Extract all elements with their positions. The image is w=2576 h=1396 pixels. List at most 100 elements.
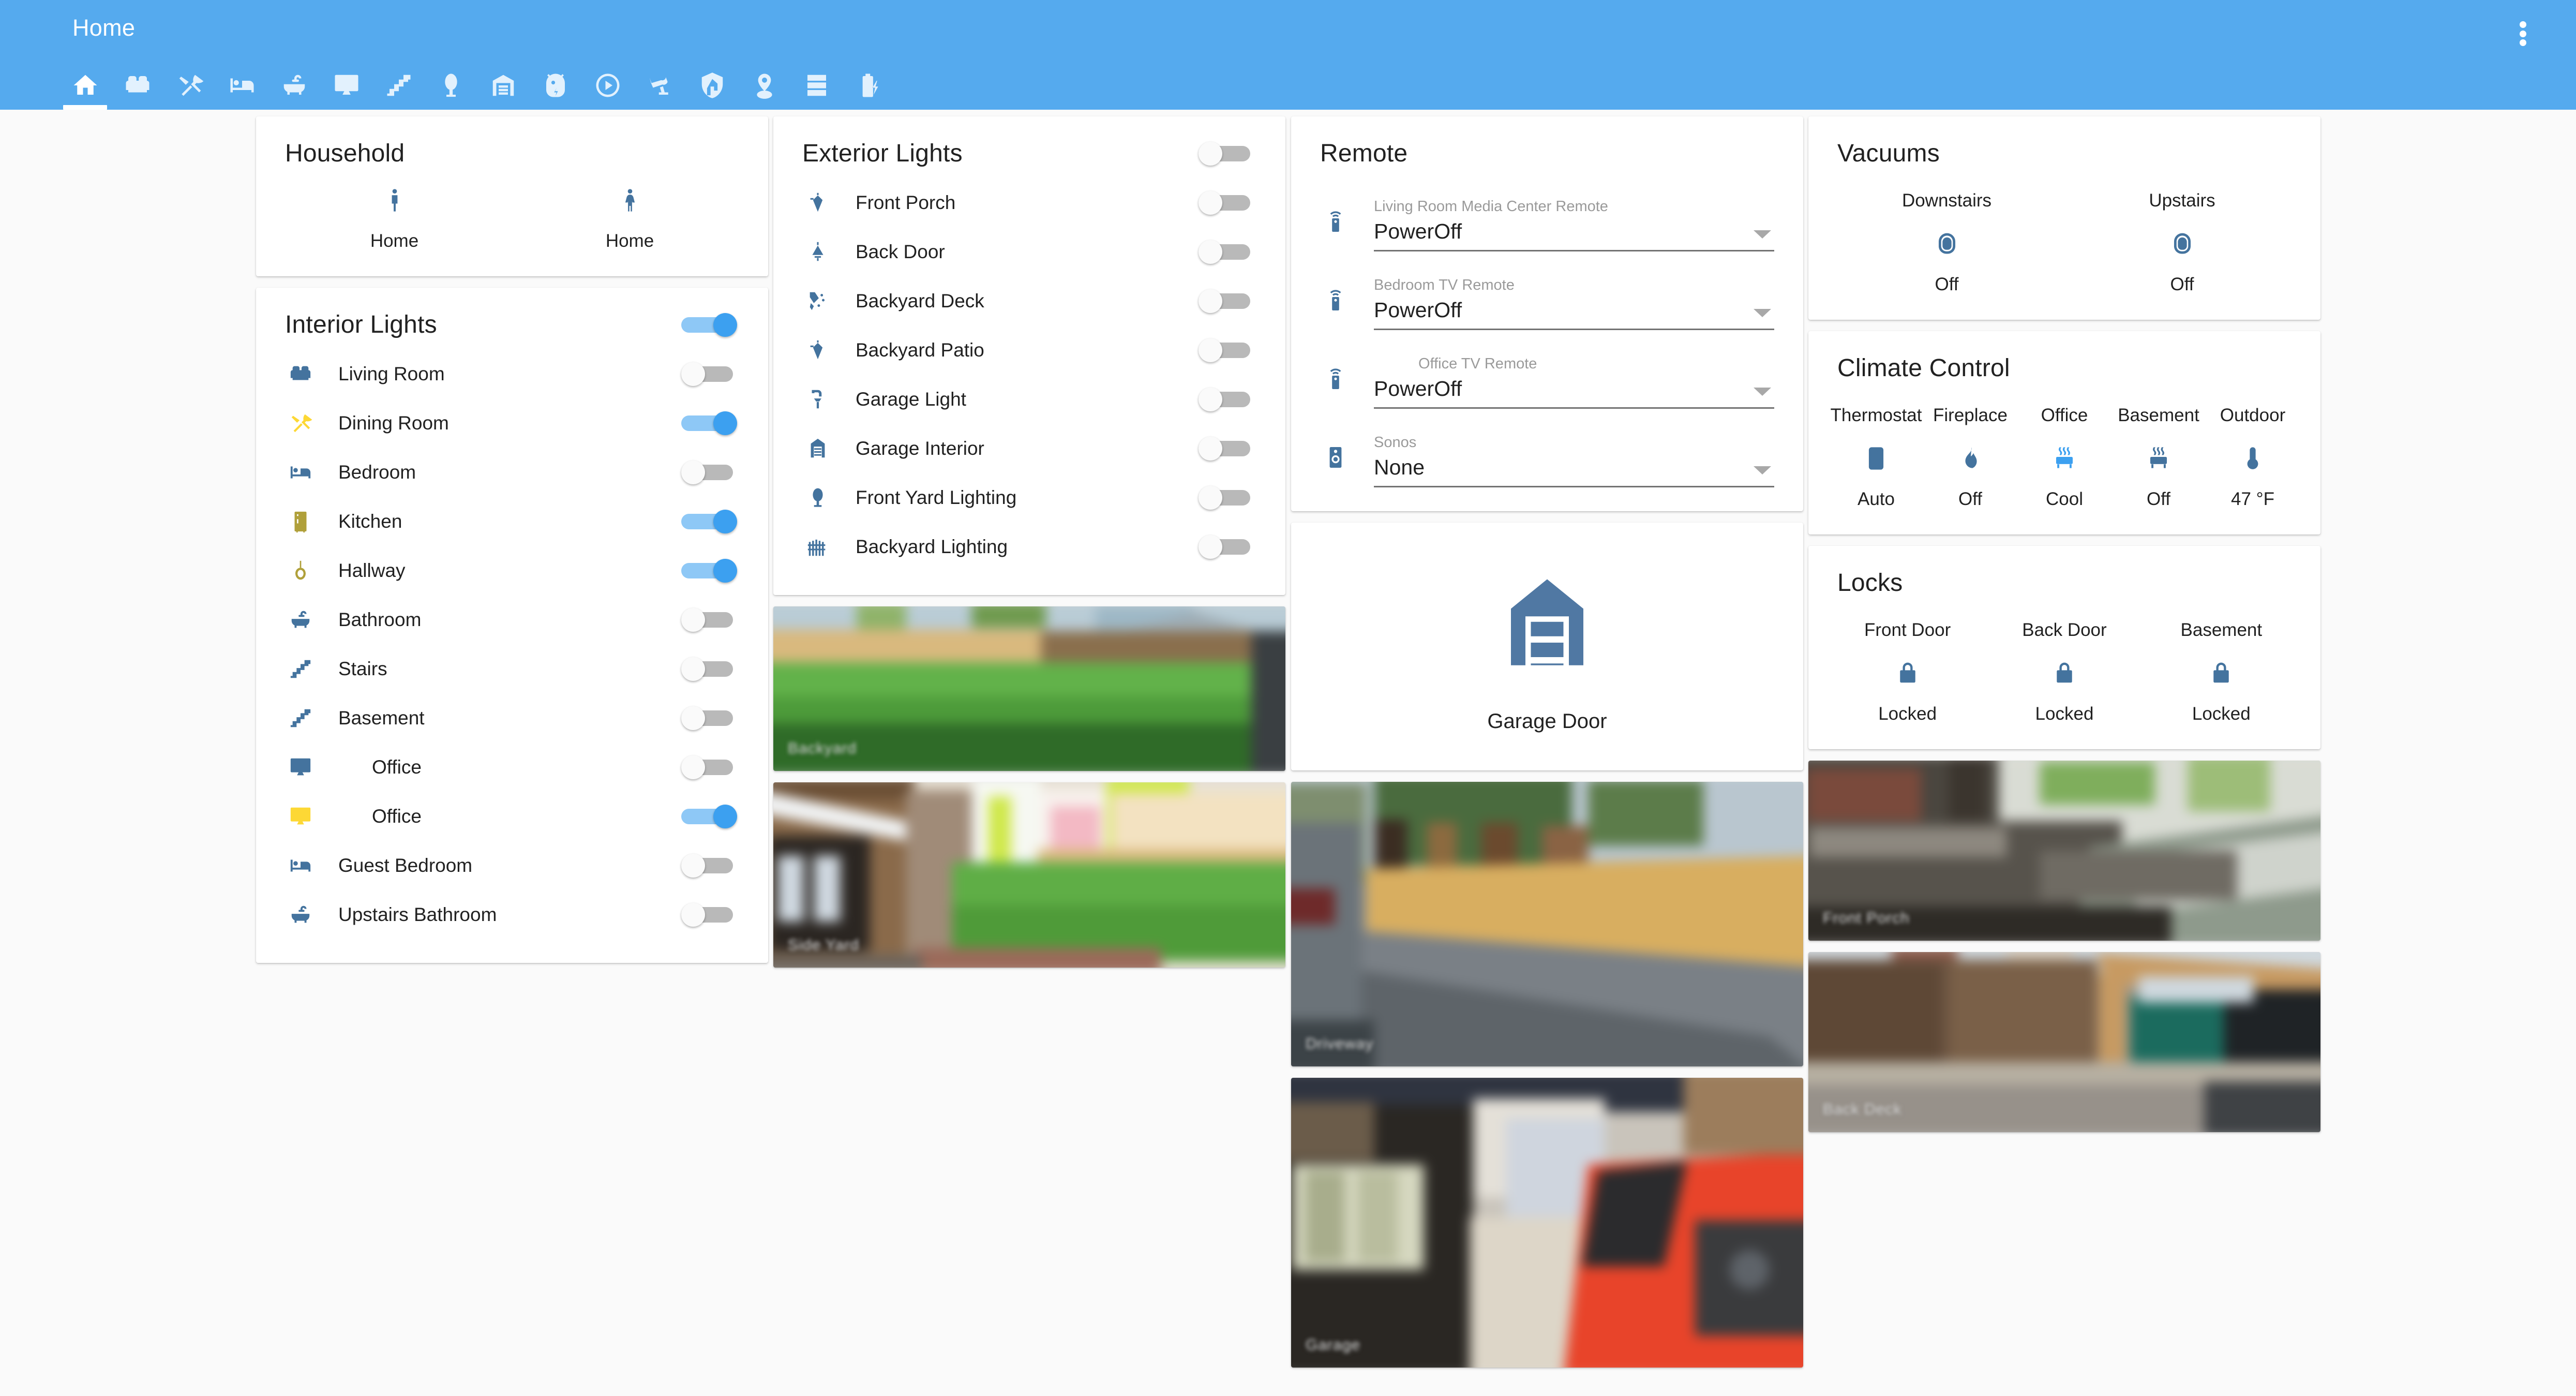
tab-garage[interactable] [477,61,529,110]
list-item[interactable]: Dining Room [285,398,739,448]
toggle-garage-interior[interactable] [1199,437,1256,461]
list-item[interactable]: Bedroom [285,448,739,497]
list-item[interactable]: Living Room [285,349,739,398]
tab-cameras[interactable] [634,61,686,110]
camera-card[interactable]: Garage [1291,1078,1803,1368]
list-item[interactable]: Backyard Lighting [802,522,1256,571]
exterior-lights-master-toggle[interactable] [1199,142,1256,166]
toggle-backyard-lighting[interactable] [1199,535,1256,559]
list-item[interactable]: Guest Bedroom [285,841,739,890]
card-interior-lights: Interior Lights Living Room [256,288,768,963]
tab-security[interactable] [686,61,738,110]
glance-item-office-climate[interactable]: Office Cool [2017,405,2111,510]
tab-dining-room[interactable] [163,61,216,110]
toggle-bedroom[interactable] [681,461,739,484]
list-item[interactable]: Back Door [802,227,1256,276]
toggle-office-2[interactable] [681,805,739,828]
remote-select[interactable]: Bedroom TV Remote PowerOff [1374,277,1774,330]
remote-select[interactable]: Sonos None [1374,434,1774,487]
camera-card[interactable]: Front Porch [1808,761,2320,941]
robot-vacuum-icon [542,71,570,99]
garage-door-entity[interactable]: Garage Door [1291,523,1803,770]
glance-item-outdoor-temperature[interactable]: Outdoor 47 °F [2206,405,2300,510]
toggle-bathroom[interactable] [681,608,739,632]
chevron-down-icon[interactable] [1754,466,1771,474]
list-item[interactable]: Garage Light [802,375,1256,424]
tab-bathroom[interactable] [268,61,320,110]
list-item[interactable]: Front Porch [802,178,1256,227]
toggle-living-room[interactable] [681,362,739,386]
list-item[interactable]: Bathroom [285,595,739,644]
glance-item-fireplace[interactable]: Fireplace Off [1923,405,2017,510]
list-item[interactable]: Backyard Deck [802,276,1256,325]
tab-office[interactable] [320,61,372,110]
glance-item-person-2[interactable]: Home [512,181,747,251]
toggle-dining-room[interactable] [681,411,739,435]
toggle-backyard-patio[interactable] [1199,338,1256,362]
list-item[interactable]: Backyard Patio [802,325,1256,375]
list-item[interactable]: Stairs [285,644,739,693]
tab-stairs[interactable] [372,61,425,110]
glance-item-vacuum-downstairs[interactable]: Downstairs Off [1829,190,2064,295]
toggle-office-1[interactable] [681,755,739,779]
toggle-front-yard-lighting[interactable] [1199,486,1256,510]
chevron-down-icon[interactable] [1754,230,1771,239]
remote-select[interactable]: Living Room Media Center Remote PowerOff [1374,198,1774,251]
tab-location[interactable] [738,61,790,110]
chevron-down-icon[interactable] [1754,388,1771,396]
lock-icon [1894,654,1921,692]
camera-card[interactable]: Driveway [1291,782,1803,1066]
glance-item-basement-climate[interactable]: Basement Off [2111,405,2206,510]
vacuums-glance: Downstairs Off Upstairs Off [1808,173,2320,320]
glance-item-vacuum-upstairs[interactable]: Upstairs Off [2064,190,2300,295]
list-item[interactable]: Office [285,792,739,841]
toggle-garage-light[interactable] [1199,388,1256,411]
remote-row[interactable]: Living Room Media Center Remote PowerOff [1320,173,1774,251]
radiator-icon [2145,439,2172,478]
camera-card[interactable]: Side Yard [773,782,1285,968]
tab-home[interactable] [59,61,111,110]
list-item[interactable]: Office [285,742,739,792]
remote-row[interactable]: Office TV Remote PowerOff [1320,330,1774,409]
tab-yard[interactable] [425,61,477,110]
toggle-basement[interactable] [681,706,739,730]
toggle-hallway[interactable] [681,559,739,583]
glance-item-lock-basement[interactable]: Basement Locked [2143,620,2300,724]
tab-living-room[interactable] [111,61,163,110]
glance-item-person-1[interactable]: Home [277,181,512,251]
list-item[interactable]: Hallway [285,546,739,595]
list-item[interactable]: Kitchen [285,497,739,546]
more-vertical-icon[interactable] [2510,18,2536,49]
interior-lights-master-toggle[interactable] [681,313,739,337]
toggle-stairs[interactable] [681,657,739,681]
camera-card[interactable]: Back Deck [1808,952,2320,1132]
map-marker-icon [751,71,778,99]
list-item[interactable]: Front Yard Lighting [802,473,1256,522]
remote-row[interactable]: Bedroom TV Remote PowerOff [1320,251,1774,330]
list-item[interactable]: Garage Interior [802,424,1256,473]
list-item[interactable]: Upstairs Bathroom [285,890,739,939]
tab-energy[interactable] [843,61,895,110]
toggle-front-porch[interactable] [1199,191,1256,215]
toggle-upstairs-bathroom[interactable] [681,903,739,927]
flood-light-icon [802,289,833,313]
glance-item-thermostat[interactable]: Thermostat Auto [1829,405,1923,510]
toggle-guest-bedroom[interactable] [681,854,739,878]
glance-item-lock-back-door[interactable]: Back Door Locked [1986,620,2143,724]
tab-bedroom[interactable] [216,61,268,110]
toggle-back-door[interactable] [1199,240,1256,264]
robot-vacuum-icon [1934,225,1960,263]
remote-select[interactable]: Office TV Remote PowerOff [1374,355,1774,409]
toggle-backyard-deck[interactable] [1199,289,1256,313]
chevron-down-icon[interactable] [1754,309,1771,317]
toggle-kitchen[interactable] [681,510,739,533]
tab-media[interactable] [581,61,634,110]
remote-row[interactable]: Sonos None [1320,409,1774,487]
tab-vacuum[interactable] [529,61,581,110]
camera-card[interactable]: Backyard [773,606,1285,771]
remote-icon [1320,209,1351,251]
list-item[interactable]: Basement [285,693,739,742]
glance-item-lock-front-door[interactable]: Front Door Locked [1829,620,1986,724]
tab-system[interactable] [790,61,843,110]
card-garage-door[interactable]: Garage Door [1291,523,1803,770]
